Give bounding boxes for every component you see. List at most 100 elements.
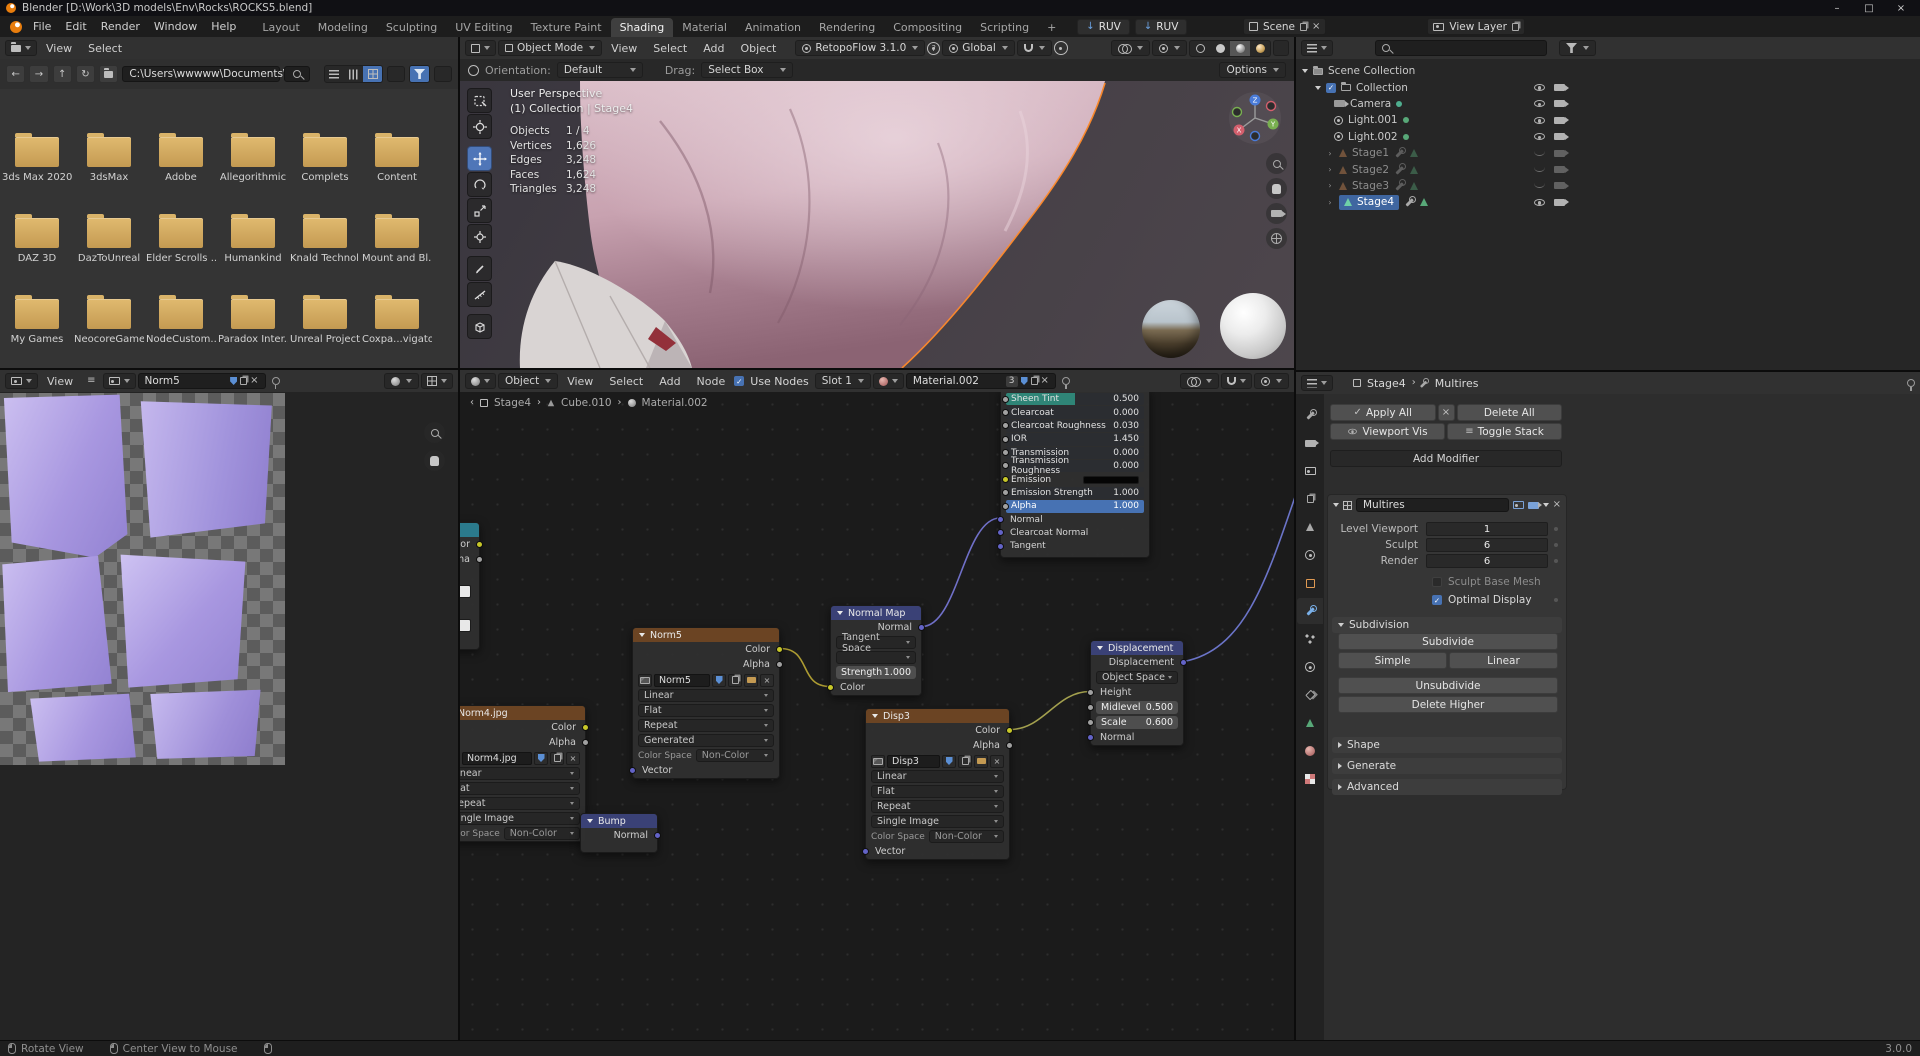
disable-render-icon[interactable] (1554, 199, 1565, 206)
image-browse-dropdown[interactable] (103, 373, 136, 389)
node-snapping-button[interactable] (1221, 373, 1252, 389)
socket-displacement-output[interactable] (1180, 659, 1187, 666)
ruv-button-1[interactable]: ↓RUV (1077, 19, 1130, 35)
editor-type-button[interactable] (5, 373, 38, 389)
display-size-dropdown[interactable] (387, 66, 405, 82)
display-realtime-icon[interactable] (1513, 501, 1524, 509)
image-browse-icon[interactable] (638, 674, 652, 687)
shading-rendered[interactable] (1250, 41, 1270, 56)
source-dropdown[interactable]: Single Image (871, 815, 1004, 828)
tab-physics[interactable] (1297, 654, 1323, 680)
interpolation-dropdown[interactable]: Linear (871, 770, 1004, 783)
decorator-dot[interactable] (1554, 559, 1558, 563)
tab-material[interactable]: Material (673, 18, 736, 37)
shading-options-dropdown[interactable] (1273, 40, 1289, 56)
pin-icon[interactable] (1907, 379, 1915, 387)
tab-layout[interactable]: Layout (253, 18, 308, 37)
pin-icon[interactable] (272, 377, 280, 385)
folder-item[interactable]: NodeCustom... (146, 299, 216, 345)
unlink-scene-icon[interactable]: × (1312, 22, 1320, 32)
tab-output[interactable] (1297, 458, 1323, 484)
editor-type-button[interactable] (5, 40, 37, 56)
folder-item[interactable]: Unreal Project (290, 299, 360, 345)
expand-icon[interactable]: › (1326, 198, 1334, 207)
socket-input[interactable] (1002, 409, 1009, 416)
socket-normal-output[interactable] (654, 832, 661, 839)
extras-dropdown-icon[interactable] (1543, 503, 1549, 507)
colorspace-dropdown[interactable]: Non-Color (929, 830, 1004, 843)
orientation-dropdown[interactable]: Default (557, 62, 643, 78)
add-workspace-button[interactable]: + (1038, 18, 1065, 37)
viewport-vis-button[interactable]: Viewport Vis (1330, 423, 1445, 440)
unlink-image-icon[interactable]: × (250, 376, 258, 386)
outliner-row-stage4-selected[interactable]: › Stage4 (1302, 194, 1902, 210)
expand-icon[interactable]: › (1326, 165, 1334, 174)
filter-toggle-group[interactable] (409, 65, 430, 83)
hidden-viewport-icon[interactable] (1534, 167, 1545, 172)
options-dropdown[interactable]: Options (1219, 62, 1286, 78)
folder-item[interactable]: NeocoreGame (74, 299, 144, 345)
uv-view-menu[interactable]: View (40, 371, 80, 392)
generate-section-header[interactable]: Generate (1332, 758, 1562, 774)
render-level-field[interactable]: 6 (1426, 554, 1548, 568)
socket-color-output[interactable] (582, 724, 589, 731)
outliner-row-stage3[interactable]: › Stage3 (1302, 178, 1902, 194)
socket-emission-input[interactable] (1002, 476, 1009, 483)
folder-item[interactable]: Content (362, 137, 432, 183)
normal-map-strength-slider[interactable]: Strength1.000 (836, 666, 916, 679)
socket-alpha-output[interactable] (1006, 742, 1013, 749)
node-normal-map[interactable]: Normal Map Normal Tangent Space Strength… (830, 605, 922, 696)
interpolation-dropdown[interactable]: Linear (460, 767, 580, 780)
node-displacement[interactable]: Displacement Displacement Object Space H… (1090, 640, 1184, 746)
advanced-section-header[interactable]: Advanced (1332, 779, 1562, 795)
tab-uv-editing[interactable]: UV Editing (446, 18, 521, 37)
editor-type-button[interactable] (1301, 40, 1333, 56)
clear-button[interactable]: × (1438, 404, 1455, 421)
tool-measure[interactable] (467, 282, 492, 307)
image-name-field[interactable]: Norm4.jpg (462, 752, 532, 765)
tab-modeling[interactable]: Modeling (309, 18, 377, 37)
image-name-field[interactable]: Norm5 (654, 674, 710, 687)
display-render-icon[interactable] (1528, 502, 1539, 509)
projection-dropdown[interactable]: Flat (871, 785, 1004, 798)
add-modifier-dropdown[interactable]: Add Modifier (1330, 450, 1562, 467)
new-view-layer-icon[interactable] (1512, 23, 1519, 31)
copy-image-button[interactable] (550, 752, 564, 765)
shape-section-header[interactable]: Shape (1332, 737, 1562, 753)
tab-render[interactable] (1297, 430, 1323, 456)
disable-render-icon[interactable] (1554, 100, 1565, 107)
expand-icon[interactable] (1315, 86, 1321, 90)
outliner-row-stage1[interactable]: › Stage1 (1302, 145, 1902, 161)
add-menu[interactable]: Add (696, 38, 731, 59)
socket-height-input[interactable] (1087, 689, 1094, 696)
tab-view-layer[interactable] (1297, 486, 1323, 512)
folder-item[interactable]: Knald Technol... (290, 218, 360, 264)
outliner-filter-dropdown[interactable] (1559, 40, 1596, 56)
extension-dropdown[interactable]: Repeat (638, 719, 774, 732)
overlays-dropdown[interactable] (1152, 40, 1187, 56)
snapping-dropdown[interactable] (1017, 40, 1052, 56)
folder-item[interactable]: 3dsMax (74, 137, 144, 183)
socket-scale-input[interactable] (1087, 719, 1094, 726)
displacement-space-dropdown[interactable]: Object Space (1096, 671, 1178, 684)
folder-item[interactable]: Paradox Inter... (218, 299, 288, 345)
pan-button[interactable] (1266, 178, 1287, 199)
path-field[interactable]: C:\Users\wwwww\Documents\ (122, 66, 280, 82)
open-image-button[interactable] (974, 755, 988, 768)
fake-user-icon[interactable] (230, 377, 237, 385)
subdivide-button[interactable]: Subdivide (1338, 633, 1558, 650)
delete-higher-button[interactable]: Delete Higher (1338, 696, 1558, 713)
mode-dropdown[interactable]: Object Mode (498, 40, 602, 56)
tab-tool[interactable] (1297, 402, 1323, 428)
editor-type-button[interactable] (465, 40, 496, 56)
display-mode-toggle[interactable] (324, 65, 384, 83)
folder-item[interactable]: 3ds Max 2020 (2, 137, 72, 183)
outliner-row-scene-collection[interactable]: Scene Collection (1302, 63, 1902, 79)
node-bump[interactable]: Bump Normal (580, 813, 658, 853)
modifier-name-field[interactable]: Multires (1356, 498, 1509, 512)
fake-user-icon[interactable] (1021, 377, 1028, 385)
uv-options-button[interactable] (421, 373, 453, 389)
socket-input[interactable] (1002, 462, 1009, 469)
tool-move[interactable] (467, 146, 492, 171)
shading-mode-switch[interactable] (1189, 40, 1271, 57)
